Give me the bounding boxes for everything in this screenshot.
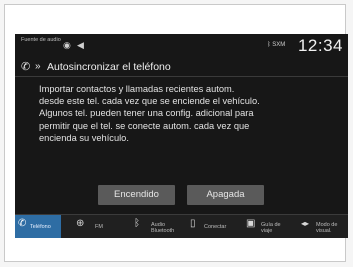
bluetooth-icon: ᛒ [134,218,140,229]
on-button[interactable]: Encendido [98,185,175,205]
bottom-nav: ✆ Teléfono ⊕ FM ᛒ Audio Bluetooth ▯ Cone… [15,214,348,238]
clock: 12:34 [297,36,343,55]
infotainment-screen: Fuente de audio ◉ ◀ ᛒ SXM 12:34 ✆ » Auto… [15,34,348,238]
audio-source-label[interactable]: Fuente de audio [21,37,61,43]
phone-connect-icon: ▯ [190,218,196,229]
screen-frame: Fuente de audio ◉ ◀ ᛒ SXM 12:34 ✆ » Auto… [4,4,348,262]
page-title: Autosincronizar el teléfono [47,61,171,73]
nav-item-guia-de-viaje[interactable]: ▣ Guía de viaje [243,215,295,238]
settings-dot-icon[interactable]: ◉ [63,40,71,50]
title-bar: ✆ » Autosincronizar el teléfono [15,58,348,77]
nav-item-telefono[interactable]: ✆ Teléfono [15,215,61,238]
bluetooth-status-icon: ᛒ [267,42,271,48]
speaker-icon[interactable]: ◀ [77,40,84,50]
nav-item-conectar[interactable]: ▯ Conectar [187,215,239,238]
description-line: desde este tel. cada vez que se enciende… [39,96,260,107]
description-text: Importar contactos y llamadas recientes … [39,83,339,144]
phone-icon: ✆ [18,218,27,229]
nav-item-modo-de-visual[interactable]: ◂▸ Modo de visual. [299,215,348,238]
description-line: Importar contactos y llamadas recientes … [39,84,235,94]
guide-icon: ▣ [246,218,256,229]
signal-indicator: ᛒ SXM [267,42,286,48]
breadcrumb-chevron-icon: » [35,61,41,72]
description-line: permitir que el tel. se conecte autom. c… [39,120,250,131]
display-mode-icon: ◂▸ [301,219,310,228]
status-bar: Fuente de audio ◉ ◀ ᛒ SXM 12:34 [15,34,348,57]
description-line: encienda su vehículo. [39,132,129,143]
nav-item-fm[interactable]: ⊕ FM [67,215,117,238]
off-button[interactable]: Apagada [187,185,264,205]
nav-item-audio-bluetooth[interactable]: ᛒ Audio Bluetooth [127,215,183,238]
radio-icon: ⊕ [76,218,85,229]
description-line: Algunos tel. pueden tener una config. ad… [39,108,254,119]
phone-icon: ✆ [21,61,31,73]
